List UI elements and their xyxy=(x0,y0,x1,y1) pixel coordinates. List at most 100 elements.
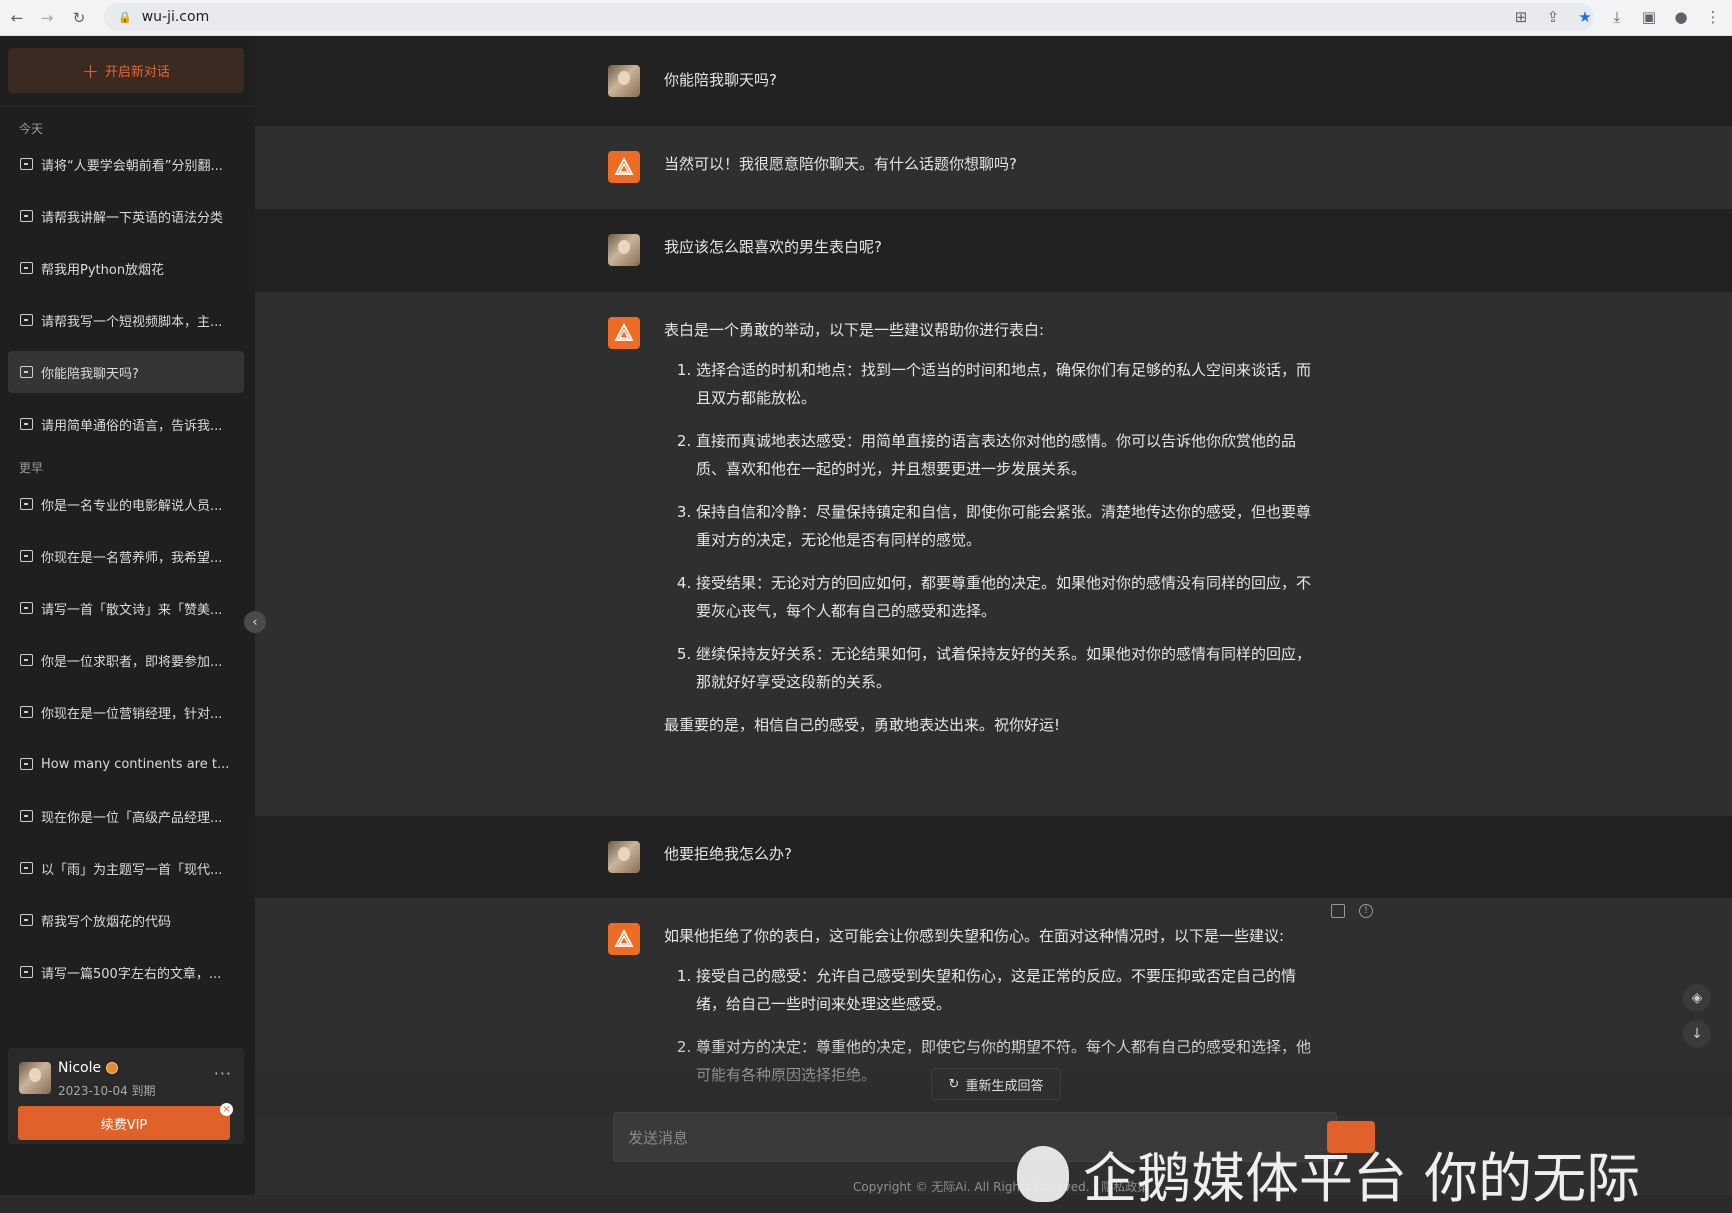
penguin-logo-icon xyxy=(1017,1145,1069,1202)
user-avatar xyxy=(608,65,640,97)
history-item[interactable]: 请写一篇500字左右的文章，... xyxy=(8,951,244,993)
chat-bubble-icon xyxy=(20,366,33,378)
info-icon[interactable]: ! xyxy=(1359,904,1373,918)
list-item: 接受自己的感受：允许自己感受到失望和伤心，这是正常的反应。不要压抑或否定自己的情… xyxy=(696,962,1314,1018)
history-item[interactable]: 你现在是一名营养师，我希望... xyxy=(8,535,244,577)
chat-bubble-icon xyxy=(20,862,33,874)
advice-list: 选择合适的时机和地点：找到一个适当的时间和地点，确保你们有足够的私人空间来谈话，… xyxy=(664,356,1314,696)
layers-icon[interactable]: ◈ xyxy=(1683,984,1711,1012)
collapse-sidebar-icon[interactable]: ‹ xyxy=(244,611,266,633)
history-item-label: 请将“人要学会朝前看”分别翻... xyxy=(41,158,223,174)
download-icon[interactable]: ⤓ xyxy=(1606,6,1628,28)
renew-vip-button[interactable]: 续费VIP × xyxy=(18,1103,233,1140)
back-icon[interactable]: ← xyxy=(6,7,28,29)
history-item[interactable]: 现在你是一位「高级产品经理... xyxy=(8,795,244,837)
history-item[interactable]: 请写一首「散文诗」来「赞美... xyxy=(8,587,244,629)
plus-icon: + xyxy=(82,58,99,83)
section-earlier-label: 更早 xyxy=(19,461,44,475)
chat-bubble-icon xyxy=(20,706,33,718)
chat-bubble-icon xyxy=(20,550,33,562)
menu-kebab-icon[interactable]: ⋮ xyxy=(1702,6,1724,28)
message-text: 你能陪我聊天吗? xyxy=(664,71,777,89)
list-item: 保持自信和冷静：尽量保持镇定和自信，即使你可能会紧张。清楚地传达你的感受，但也要… xyxy=(696,498,1314,554)
regenerate-label: 重新生成回答 xyxy=(965,1078,1044,1094)
close-icon[interactable]: × xyxy=(220,1103,233,1116)
history-item-label: 你能陪我聊天吗? xyxy=(41,366,139,382)
list-item: 选择合适的时机和地点：找到一个适当的时间和地点，确保你们有足够的私人空间来谈话，… xyxy=(696,356,1314,412)
history-item[interactable]: 请帮我讲解一下英语的语法分类 xyxy=(8,195,244,237)
history-item[interactable]: 请将“人要学会朝前看”分别翻... xyxy=(8,143,244,185)
message-user: 我应该怎么跟喜欢的男生表白呢? xyxy=(255,209,1732,292)
history-item-label: 请写一首「散文诗」来「赞美... xyxy=(41,602,223,618)
chat-bubble-icon xyxy=(20,810,33,822)
user-name-text: Nicole xyxy=(58,1060,102,1076)
history-item[interactable]: 请用简单通俗的语言，告诉我... xyxy=(8,403,244,445)
new-chat-label: 开启新对话 xyxy=(104,65,170,80)
history-item-label: 请帮我写一个短视频脚本，主... xyxy=(41,314,223,330)
message-assistant: 表白是一个勇敢的举动，以下是一些建议帮助你进行表白: 选择合适的时机和地点：找到… xyxy=(255,292,1732,816)
message-assistant: 当然可以！我很愿意陪你聊天。有什么话题你想聊吗? xyxy=(255,126,1732,209)
url-text: wu-ji.com xyxy=(141,9,210,25)
chat-bubble-icon xyxy=(20,966,33,978)
chat-bubble-icon xyxy=(20,158,33,170)
history-item-label: 你现在是一名营养师，我希望... xyxy=(41,550,223,566)
list-item: 接受结果：无论对方的回应如何，都要尊重他的决定。如果他对你的感情没有同样的回应，… xyxy=(696,569,1314,625)
history-item-label: 你现在是一位营销经理，针对... xyxy=(41,706,223,722)
history-item-label: 以「雨」为主题写一首「现代... xyxy=(41,862,223,878)
vip-badge-icon xyxy=(106,1062,119,1074)
chat-bubble-icon xyxy=(20,498,33,510)
share-icon[interactable]: ⇪ xyxy=(1542,6,1564,28)
history-item[interactable]: How many continents are t... xyxy=(8,743,244,785)
history-item[interactable]: 帮我写个放烟花的代码 xyxy=(8,899,244,941)
history-item-label: 帮我写个放烟花的代码 xyxy=(41,914,172,930)
section-today-label: 今天 xyxy=(19,122,44,136)
lock-icon: 🔒 xyxy=(118,10,132,24)
watermark: 企鹅媒体平台 你的无际 xyxy=(1017,1134,1640,1213)
history-item[interactable]: 请帮我写一个短视频脚本，主... xyxy=(8,299,244,341)
chat-bubble-icon xyxy=(20,758,33,770)
watermark-text: 企鹅媒体平台 你的无际 xyxy=(1083,1147,1641,1210)
browser-toolbar: ← → ↻ 🔒 wu-ji.com ⊞ ⇪ ★ ⤓ ▣ ● ⋮ xyxy=(0,0,1732,36)
message-intro: 如果他拒绝了你的表白，这可能会让你感到失望和伤心。在面对这种情况时，以下是一些建… xyxy=(664,927,1285,945)
message-tools: ! xyxy=(1331,904,1373,918)
assistant-logo-icon xyxy=(608,317,640,349)
user-avatar[interactable] xyxy=(19,1062,51,1094)
expire-date: 2023-10-04 到期 xyxy=(58,1084,156,1098)
history-item[interactable]: 你是一名专业的电影解说人员... xyxy=(8,483,244,525)
history-item-label: 现在你是一位「高级产品经理... xyxy=(41,810,223,826)
bookmark-star-icon[interactable]: ★ xyxy=(1574,6,1596,28)
translate-icon[interactable]: ⊞ xyxy=(1510,6,1532,28)
chat-bubble-icon xyxy=(20,418,33,430)
scroll-down-icon[interactable]: ↓ xyxy=(1683,1020,1711,1048)
chat-bubble-icon xyxy=(20,210,33,222)
message-user: 他要拒绝我怎么办? xyxy=(255,816,1732,898)
reload-icon[interactable]: ↻ xyxy=(68,7,90,29)
new-chat-button[interactable]: + 开启新对话 xyxy=(8,48,244,93)
history-item[interactable]: 帮我用Python放烟花 xyxy=(8,247,244,289)
side-panel-icon[interactable]: ▣ xyxy=(1638,6,1660,28)
history-item-label: 请写一篇500字左右的文章，... xyxy=(41,966,222,982)
regenerate-button[interactable]: ↻ 重新生成回答 xyxy=(931,1068,1061,1100)
history-item-label: 请帮我讲解一下英语的语法分类 xyxy=(41,210,224,226)
renew-vip-label: 续费VIP xyxy=(100,1117,148,1133)
history-item[interactable]: 你能陪我聊天吗? xyxy=(8,351,244,393)
history-item-label: 请用简单通俗的语言，告诉我... xyxy=(41,418,223,434)
floating-actions: ◈ ↓ xyxy=(1683,984,1711,1048)
more-options-icon[interactable]: ··· xyxy=(214,1064,232,1083)
input-placeholder: 发送消息 xyxy=(628,1128,689,1147)
user-avatar xyxy=(608,234,640,266)
history-item[interactable]: 以「雨」为主题写一首「现代... xyxy=(8,847,244,889)
refresh-icon: ↻ xyxy=(948,1076,960,1092)
history-item[interactable]: 你是一位求职者，即将要参加... xyxy=(8,639,244,681)
message-outro: 最重要的是，相信自己的感受，勇敢地表达出来。祝你好运! xyxy=(664,716,1061,734)
user-name: Nicole xyxy=(58,1060,119,1076)
chat-bubble-icon xyxy=(20,654,33,666)
address-bar[interactable]: 🔒 wu-ji.com xyxy=(104,3,1594,31)
forward-icon[interactable]: → xyxy=(36,7,58,29)
user-avatar xyxy=(608,841,640,873)
message-text: 他要拒绝我怎么办? xyxy=(664,845,792,863)
assistant-logo-icon xyxy=(608,923,640,955)
history-item[interactable]: 你现在是一位营销经理，针对... xyxy=(8,691,244,733)
profile-icon[interactable]: ● xyxy=(1670,6,1692,28)
copy-icon[interactable] xyxy=(1331,904,1345,918)
